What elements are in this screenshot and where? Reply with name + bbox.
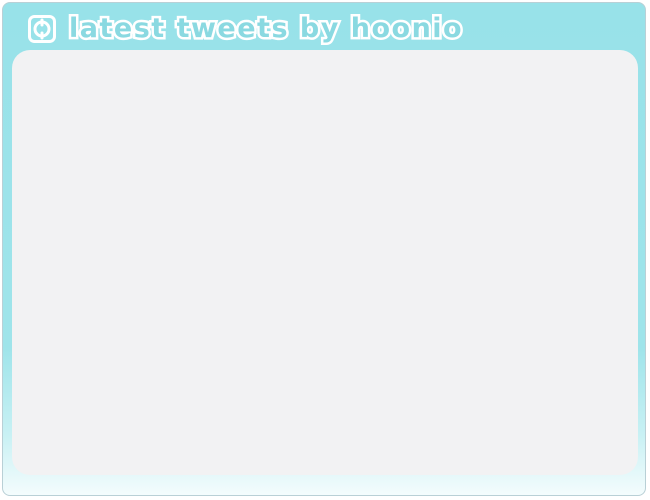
- widget-title[interactable]: latest tweets by hoonio latest tweets by…: [66, 10, 464, 48]
- widget-header: latest tweets by hoonio latest tweets by…: [3, 3, 645, 51]
- twitter-widget: latest tweets by hoonio latest tweets by…: [2, 2, 646, 496]
- widget-title-fill: latest tweets by hoonio: [69, 13, 464, 44]
- tweets-feed-panel: [12, 50, 638, 475]
- twitter-logo-icon: [28, 15, 56, 43]
